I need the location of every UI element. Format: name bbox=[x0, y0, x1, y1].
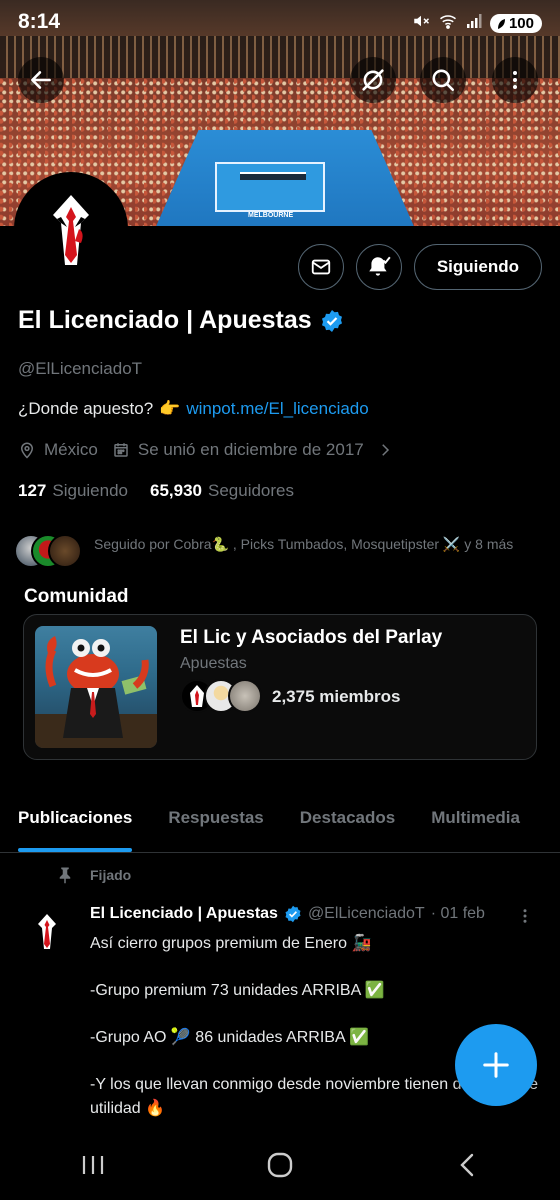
pinned-label-row: Fijado bbox=[56, 866, 131, 884]
avatar bbox=[48, 534, 82, 568]
back-arrow-icon bbox=[31, 71, 51, 89]
profile-joined: Se unió en diciembre de 2017 bbox=[137, 440, 364, 459]
tab-respuestas[interactable]: Respuestas bbox=[150, 796, 281, 852]
verified-icon[interactable] bbox=[320, 309, 344, 333]
profile-stats: 127 Siguiendo 65,930 Seguidores bbox=[18, 481, 294, 501]
community-heading: Comunidad bbox=[24, 586, 129, 607]
grok-icon bbox=[362, 69, 384, 91]
followed-by-avatars bbox=[14, 534, 84, 570]
community-image-art bbox=[35, 636, 157, 748]
followers-count: 65,930 bbox=[150, 481, 202, 500]
bio-text: ¿Donde apuesto? bbox=[18, 399, 154, 418]
community-title: El Lic y Asociados del Parlay bbox=[180, 627, 443, 648]
tweet-date[interactable]: · 01 feb bbox=[431, 905, 485, 923]
tab-multimedia[interactable]: Multimedia bbox=[413, 796, 538, 852]
profile-name-row: El Licenciado | Apuestas bbox=[18, 306, 344, 335]
tweet-header: El Licenciado | Apuestas @ElLicenciadoT … bbox=[90, 905, 530, 923]
more-vert-icon bbox=[513, 71, 517, 89]
more-vert-icon bbox=[523, 909, 527, 923]
profile-handle: @ElLicenciadoT bbox=[18, 359, 143, 378]
suit-tie-logo bbox=[45, 193, 97, 267]
plus-icon bbox=[483, 1052, 509, 1078]
home-circle-icon bbox=[267, 1152, 293, 1178]
tab-destacados[interactable]: Destacados bbox=[282, 796, 413, 852]
tab-publicaciones[interactable]: Publicaciones bbox=[0, 796, 150, 852]
bell-check-icon bbox=[369, 256, 391, 276]
calendar-icon bbox=[114, 443, 128, 457]
compose-button[interactable] bbox=[455, 1024, 537, 1106]
avatar bbox=[228, 679, 262, 713]
search-button[interactable] bbox=[420, 57, 466, 103]
community-members: 2,375 miembros bbox=[180, 679, 401, 715]
back-nav-button[interactable] bbox=[417, 1152, 517, 1178]
verified-icon bbox=[285, 905, 301, 923]
followers-label: Seguidores bbox=[208, 481, 295, 500]
followers-link[interactable]: 65,930 Seguidores bbox=[150, 481, 294, 501]
battery-level: 100 bbox=[508, 15, 534, 32]
wifi-icon bbox=[438, 12, 458, 35]
tweet-handle[interactable]: @ElLicenciadoT bbox=[308, 905, 425, 923]
location-icon bbox=[20, 442, 34, 459]
profile-name: El Licenciado | Apuestas bbox=[18, 306, 312, 334]
back-button[interactable] bbox=[18, 57, 64, 103]
tweet-line: -Grupo premium 73 unidades ARRIBA ✅ bbox=[90, 982, 385, 999]
community-category: Apuestas bbox=[180, 655, 247, 672]
tweet-author[interactable]: El Licenciado | Apuestas bbox=[90, 905, 278, 923]
following-count: 127 bbox=[18, 481, 47, 500]
tweet-line-gap bbox=[90, 956, 550, 980]
banner-text: MELBOURNE bbox=[248, 212, 294, 219]
battery-indicator: 100 bbox=[489, 14, 542, 33]
status-bar: 8:14 100 bbox=[0, 0, 560, 46]
tweet-line: Así cierro grupos premium de Enero 🚂 bbox=[90, 935, 372, 952]
following-link[interactable]: 127 Siguiendo bbox=[18, 481, 128, 501]
chevron-right-icon[interactable] bbox=[376, 441, 394, 459]
community-member-count: 2,375 miembros bbox=[272, 687, 401, 706]
banner-net bbox=[240, 172, 306, 180]
signal-icon bbox=[466, 13, 482, 34]
profile-meta: México Se unió en diciembre de 2017 bbox=[18, 440, 394, 460]
following-button[interactable]: Siguiendo bbox=[413, 244, 542, 290]
community-card[interactable]: El Lic y Asociados del Parlay Apuestas 2… bbox=[23, 614, 537, 760]
member-avatars bbox=[180, 679, 262, 715]
home-button[interactable] bbox=[230, 1151, 330, 1179]
back-nav-icon bbox=[459, 1153, 473, 1177]
suit-tie-logo bbox=[38, 914, 56, 949]
pinned-label: Fijado bbox=[90, 867, 132, 883]
search-icon bbox=[432, 69, 455, 92]
mail-icon bbox=[311, 259, 330, 275]
profile-tabs: Publicaciones Respuestas Destacados Mult… bbox=[0, 796, 560, 853]
status-icons: 100 bbox=[412, 12, 542, 35]
following-label: Siguiendo bbox=[52, 481, 128, 500]
status-time: 8:14 bbox=[18, 10, 61, 33]
profile-actions: Siguiendo bbox=[297, 244, 542, 290]
mute-icon bbox=[412, 12, 430, 35]
followed-by[interactable]: Seguido por Cobra🐍 , Picks Tumbados, Mos… bbox=[14, 534, 544, 570]
followed-by-text: Seguido por Cobra🐍 , Picks Tumbados, Mos… bbox=[94, 536, 514, 552]
recent-apps-button[interactable] bbox=[43, 1153, 143, 1177]
bio-link[interactable]: winpot.me/El_licenciado bbox=[186, 399, 368, 419]
tweet-more-button[interactable] bbox=[516, 906, 534, 931]
tweet-avatar[interactable] bbox=[22, 906, 72, 956]
profile-avatar[interactable] bbox=[14, 172, 128, 286]
battery-leaf-icon bbox=[497, 18, 505, 29]
message-button[interactable] bbox=[297, 244, 344, 290]
tweet-line-gap bbox=[90, 1003, 550, 1027]
notifications-button[interactable] bbox=[355, 244, 402, 290]
pin-icon bbox=[59, 867, 71, 884]
recent-apps-icon bbox=[83, 1156, 104, 1174]
pointing-hand-emoji: 👉 bbox=[159, 399, 181, 418]
system-nav-bar bbox=[0, 1130, 560, 1200]
banner-court-lines bbox=[215, 162, 325, 212]
community-image bbox=[35, 626, 157, 748]
profile-location: México bbox=[44, 440, 98, 459]
grok-button[interactable] bbox=[350, 57, 396, 103]
more-options-button[interactable] bbox=[492, 57, 538, 103]
profile-bio: ¿Donde apuesto? 👉 winpot.me/El_licenciad… bbox=[18, 399, 369, 419]
